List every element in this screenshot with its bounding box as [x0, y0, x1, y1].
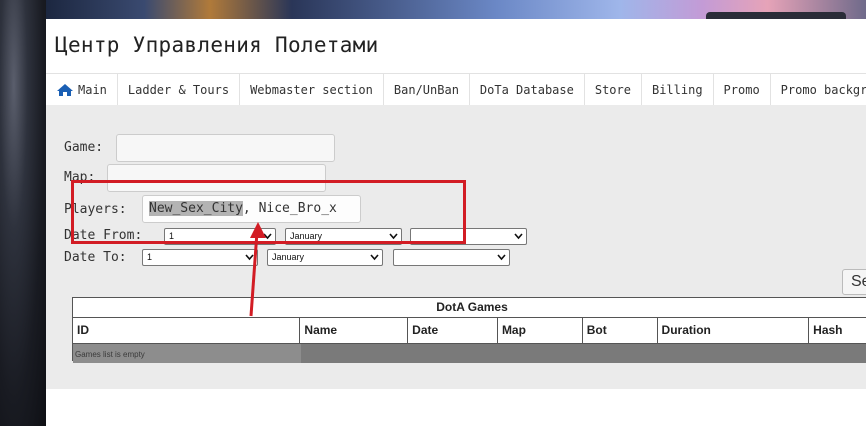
date-to-day-select[interactable]: 1 — [142, 249, 258, 266]
nav-item-promo[interactable]: Promo — [714, 74, 771, 106]
select-value: January — [272, 252, 305, 262]
nav-item-store[interactable]: Store — [585, 74, 642, 106]
chevron-down-icon — [497, 254, 506, 261]
column-header-id[interactable]: ID — [73, 318, 301, 343]
column-header-bot[interactable]: Bot — [583, 318, 658, 343]
date-to-label: Date To: — [64, 250, 127, 265]
select-value: 1 — [147, 252, 153, 262]
site-title: Центр Управления Полетами — [55, 33, 379, 57]
header-banner — [46, 0, 866, 19]
nav-item-webmaster[interactable]: Webmaster section — [240, 74, 384, 106]
search-button[interactable]: Se — [842, 269, 866, 295]
game-input[interactable] — [116, 134, 335, 162]
column-header-hash[interactable]: Hash — [809, 318, 866, 343]
date-to-month-select[interactable]: January — [267, 249, 383, 266]
nav-item-label: Promo — [723, 83, 760, 97]
chevron-down-icon — [370, 254, 379, 261]
nav-item-label: Store — [594, 83, 631, 97]
chevron-down-icon — [514, 233, 523, 240]
annotation-highlight-box — [71, 180, 466, 244]
nav-item-ban-unban[interactable]: Ban/UnBan — [384, 74, 470, 106]
nav-item-label: DoTa Database — [479, 83, 574, 97]
games-table: DotA Games ID Name Date Map Bot Duration… — [72, 297, 866, 363]
nav-item-label: Webmaster section — [250, 83, 373, 97]
date-to-year-select[interactable] — [393, 249, 510, 266]
column-header-name[interactable]: Name — [300, 318, 409, 343]
nav-item-label: Ladder & Tours — [127, 83, 230, 97]
nav-item-billing[interactable]: Billing — [642, 74, 714, 106]
empty-list-message: Games list is empty — [73, 344, 301, 363]
nav-item-ladder-tours[interactable]: Ladder & Tours — [118, 74, 241, 106]
nav-item-promo-backgrounds[interactable]: Promo backgro — [771, 74, 866, 106]
game-label: Game: — [64, 140, 104, 155]
chevron-down-icon — [245, 254, 254, 261]
games-table-body: Games list is empty — [73, 344, 866, 363]
nav-item-dota-database[interactable]: DoTa Database — [470, 74, 585, 106]
nav-item-label: Billing — [651, 83, 703, 97]
column-header-map[interactable]: Map — [498, 318, 583, 343]
nav-item-label: Ban/UnBan — [393, 83, 459, 97]
games-table-title: DotA Games — [73, 298, 866, 318]
nav-item-label: Promo backgro — [780, 83, 866, 97]
home-icon — [57, 84, 73, 96]
nav-item-label: Main — [78, 83, 107, 97]
column-header-duration[interactable]: Duration — [658, 318, 810, 343]
main-nav: Main Ladder & Tours Webmaster section Ba… — [46, 73, 866, 107]
nav-item-main[interactable]: Main — [46, 74, 118, 106]
column-header-date[interactable]: Date — [408, 318, 498, 343]
games-table-header: ID Name Date Map Bot Duration Hash — [73, 318, 866, 344]
background-artwork-left — [0, 0, 46, 426]
